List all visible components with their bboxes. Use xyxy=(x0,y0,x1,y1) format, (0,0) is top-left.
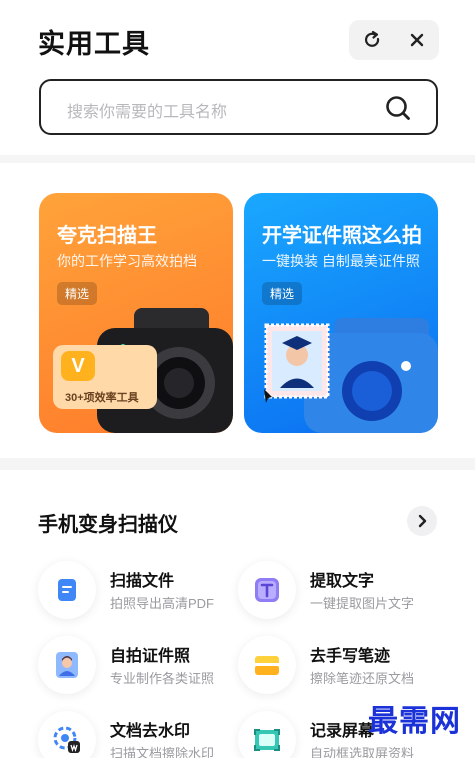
featured-tag: 精选 xyxy=(262,282,303,305)
tool-id-photo[interactable]: 自拍证件照 专业制作各类证照 xyxy=(38,636,238,696)
header: 实用工具 搜索你需要的工具名称 xyxy=(0,0,475,155)
banner-quark-scanner[interactable]: 夸克扫描王 你的工作学习高效拍档 精选 V 30+项效率工具 xyxy=(39,193,233,433)
tool-desc: 扫描文档擦除水印 xyxy=(110,746,215,758)
text-extract-icon xyxy=(238,561,296,619)
watermark-logo: 最需网 xyxy=(368,704,461,739)
tool-name: 自拍证件照 xyxy=(110,648,191,665)
scan-file-icon xyxy=(38,561,96,619)
tool-name: 扫描文件 xyxy=(110,573,175,590)
banner-subtitle: 你的工作学习高效拍档 xyxy=(57,253,197,269)
tool-name: 记录屏幕 xyxy=(310,723,375,740)
banner-subtitle: 一键换装 自制最美证件照 xyxy=(262,253,420,269)
banner-id-photo[interactable]: 开学证件照这么拍 一键换装 自制最美证件照 精选 xyxy=(244,193,438,433)
tool-remove-handwriting[interactable]: 去手写笔迹 擦除笔迹还原文档 xyxy=(238,636,438,696)
tool-desc: 拍照导出高清PDF xyxy=(110,596,215,611)
banner-title: 开学证件照这么拍 xyxy=(262,225,422,247)
refresh-icon[interactable] xyxy=(357,25,387,55)
banner-title: 夸克扫描王 xyxy=(57,225,157,247)
tool-desc: 自动框选取屏资料 xyxy=(310,746,415,758)
watermark-remove-icon xyxy=(38,711,96,758)
chevron-right-icon[interactable] xyxy=(407,506,437,536)
screen-record-icon xyxy=(238,711,296,758)
search-icon[interactable] xyxy=(384,94,412,122)
search-input[interactable]: 搜索你需要的工具名称 xyxy=(67,98,227,122)
eraser-icon xyxy=(238,636,296,694)
divider xyxy=(0,155,475,163)
promo-badge: V 30+项效率工具 xyxy=(53,345,157,409)
tool-desc: 专业制作各类证照 xyxy=(110,671,215,686)
section-title: 手机变身扫描仪 xyxy=(38,514,178,536)
close-icon[interactable] xyxy=(402,25,432,55)
v-logo-icon: V xyxy=(61,351,95,381)
window-controls xyxy=(349,20,439,60)
tool-scan-file[interactable]: 扫描文件 拍照导出高清PDF xyxy=(38,561,238,621)
search-bar[interactable]: 搜索你需要的工具名称 xyxy=(39,79,438,135)
tool-desc: 一键提取图片文字 xyxy=(310,596,415,611)
featured-tag: 精选 xyxy=(57,282,98,305)
divider xyxy=(0,458,475,470)
tool-desc: 擦除笔迹还原文档 xyxy=(310,671,415,686)
tool-name: 去手写笔迹 xyxy=(310,648,391,665)
page-title: 实用工具 xyxy=(38,29,150,59)
tool-extract-text[interactable]: 提取文字 一键提取图片文字 xyxy=(238,561,438,621)
tool-remove-watermark[interactable]: 文档去水印 扫描文档擦除水印 xyxy=(38,711,238,758)
tool-name: 文档去水印 xyxy=(110,723,191,740)
banner-row: 夸克扫描王 你的工作学习高效拍档 精选 V 30+项效率工具 开学证件照这么拍 … xyxy=(0,163,475,458)
promo-badge-text: 30+项效率工具 xyxy=(65,392,139,404)
tool-name: 提取文字 xyxy=(310,573,375,590)
id-photo-icon xyxy=(38,636,96,694)
